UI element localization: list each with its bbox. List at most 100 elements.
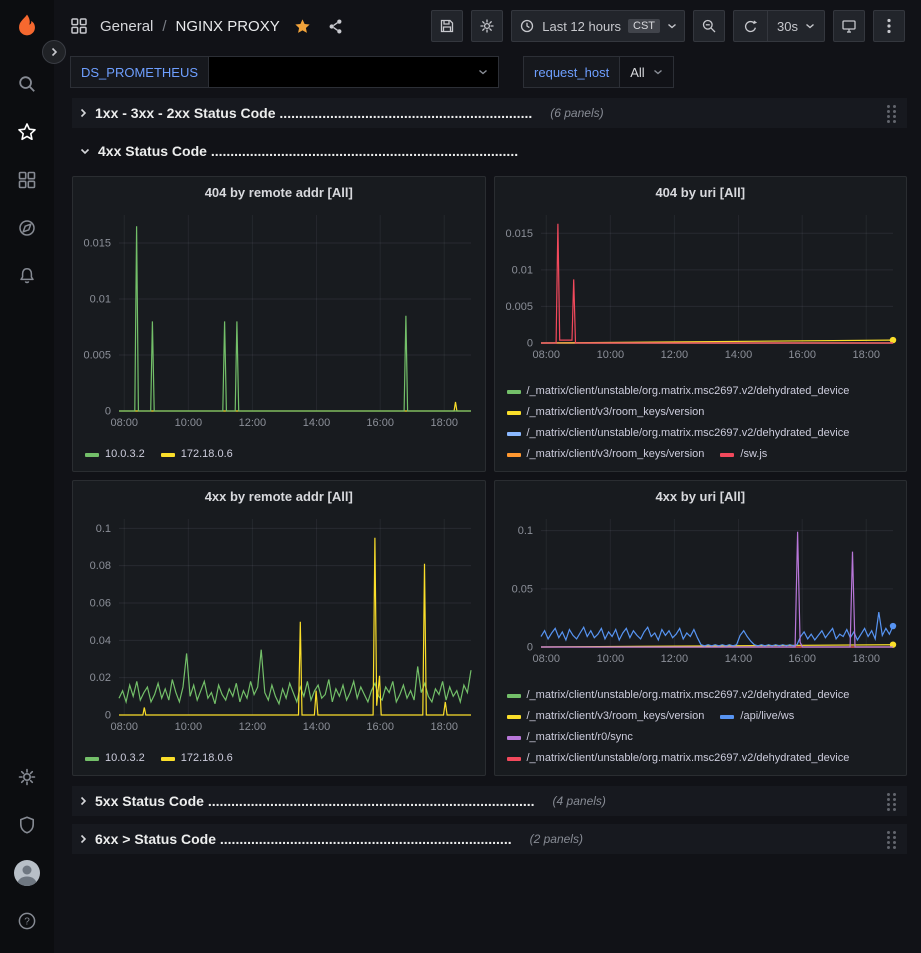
refresh-icon xyxy=(743,19,758,34)
chevron-down-icon xyxy=(478,69,488,75)
favorite-star-button[interactable] xyxy=(294,18,311,35)
chevron-right-icon xyxy=(80,834,87,844)
zoom-out-icon xyxy=(701,18,717,34)
monitor-icon xyxy=(841,18,857,34)
sidebar-item-server-admin[interactable] xyxy=(6,801,48,849)
refresh-dashboard-button[interactable] xyxy=(734,11,767,41)
time-range-label: Last 12 hours xyxy=(542,19,621,34)
grafana-app: ? General / NGINX PROXY xyxy=(0,0,921,953)
legend-label: 10.0.3.2 xyxy=(105,748,145,769)
legend-swatch xyxy=(161,453,175,457)
legend-item[interactable]: /_matrix/client/v3/room_keys/version xyxy=(507,706,705,727)
zoom-out-time-button[interactable] xyxy=(693,10,725,42)
sidebar-item-profile[interactable] xyxy=(6,849,48,897)
request-host-value-text: All xyxy=(630,65,644,80)
chevron-down-icon xyxy=(653,69,663,75)
dashboard-row-5xx[interactable]: 5xx Status Code ........................… xyxy=(72,786,907,816)
svg-text:16:00: 16:00 xyxy=(366,721,394,733)
gear-icon xyxy=(479,18,495,34)
row-title: 1xx - 3xx - 2xx Status Code ............… xyxy=(95,105,532,121)
svg-text:?: ? xyxy=(24,917,30,928)
refresh-interval-picker[interactable]: 30s xyxy=(767,11,824,41)
more-options-button[interactable] xyxy=(873,10,905,42)
svg-text:16:00: 16:00 xyxy=(788,349,816,361)
svg-text:14:00: 14:00 xyxy=(724,349,752,361)
legend-label: /_matrix/client/v3/room_keys/version xyxy=(527,402,705,423)
panel-404-by-uri: 404 by uri [All] 00.0050.010.01508:0010:… xyxy=(494,176,908,472)
svg-text:08:00: 08:00 xyxy=(111,721,139,733)
legend-item[interactable]: /sw.js xyxy=(720,444,767,465)
template-variables-bar: DS_PROMETHEUS request_host All xyxy=(54,52,921,92)
dashboard-row-1xx-3xx-2xx[interactable]: 1xx - 3xx - 2xx Status Code ............… xyxy=(72,98,907,128)
panel-title[interactable]: 4xx by uri [All] xyxy=(495,481,907,511)
time-series-chart[interactable]: 00.050.108:0010:0012:0014:0016:0018:00 xyxy=(495,511,907,667)
legend-item[interactable]: /_matrix/client/unstable/org.matrix.msc2… xyxy=(507,748,850,769)
legend-label: /api/live/ws xyxy=(740,706,794,727)
chart-canvas[interactable]: 00.0050.010.01508:0010:0012:0014:0016:00… xyxy=(495,207,907,363)
legend-item[interactable]: /_matrix/client/v3/room_keys/version xyxy=(507,402,705,423)
variable-label-request-host[interactable]: request_host xyxy=(523,56,620,88)
time-series-chart[interactable]: 00.0050.010.01508:0010:0012:0014:0016:00… xyxy=(73,207,485,431)
legend-item[interactable]: 10.0.3.2 xyxy=(85,444,145,465)
chart-canvas[interactable]: 00.0050.010.01508:0010:0012:0014:0016:00… xyxy=(73,207,485,431)
sidebar-expand-button[interactable] xyxy=(42,40,66,64)
grafana-logo[interactable] xyxy=(10,10,44,44)
sidebar-item-starred[interactable] xyxy=(6,108,48,156)
row-drag-handle[interactable] xyxy=(887,792,899,811)
svg-text:0.015: 0.015 xyxy=(83,238,111,250)
panel-title[interactable]: 4xx by remote addr [All] xyxy=(73,481,485,511)
sidebar-item-alerting[interactable] xyxy=(6,252,48,300)
legend-item[interactable]: /_matrix/client/unstable/org.matrix.msc2… xyxy=(507,381,850,402)
star-filled-icon xyxy=(294,18,311,35)
row-panel-count: (2 panels) xyxy=(530,832,583,846)
panel-title[interactable]: 404 by uri [All] xyxy=(495,177,907,207)
svg-text:0: 0 xyxy=(526,642,532,654)
legend-item[interactable]: 10.0.3.2 xyxy=(85,748,145,769)
dashboard-settings-button[interactable] xyxy=(471,10,503,42)
variable-label-datasource[interactable]: DS_PROMETHEUS xyxy=(70,56,209,88)
sidebar-item-configuration[interactable] xyxy=(6,753,48,801)
time-range-picker[interactable]: Last 12 hours CST xyxy=(511,10,685,42)
chart-canvas[interactable]: 00.050.108:0010:0012:0014:0016:0018:00 xyxy=(495,511,907,667)
legend-item[interactable]: /api/live/ws xyxy=(720,706,794,727)
compass-icon xyxy=(17,218,37,238)
sidebar-item-dashboards[interactable] xyxy=(6,156,48,204)
share-dashboard-button[interactable] xyxy=(327,18,344,35)
legend-item[interactable]: 172.18.0.6 xyxy=(161,748,233,769)
variable-value-datasource[interactable] xyxy=(209,56,499,88)
sidebar-item-help[interactable]: ? xyxy=(6,897,48,945)
breadcrumb-dashboard-title[interactable]: NGINX PROXY xyxy=(176,18,280,35)
bell-icon xyxy=(17,266,37,286)
svg-text:10:00: 10:00 xyxy=(596,349,624,361)
tv-cycle-view-button[interactable] xyxy=(833,10,865,42)
panel-title[interactable]: 404 by remote addr [All] xyxy=(73,177,485,207)
legend-swatch xyxy=(507,432,521,436)
legend-item[interactable]: /_matrix/client/r0/sync xyxy=(507,727,633,748)
dashboard-row-6xx[interactable]: 6xx > Status Code ......................… xyxy=(72,824,907,854)
dashboard-row-4xx[interactable]: 4xx Status Code ........................… xyxy=(72,136,907,166)
sidebar-item-search[interactable] xyxy=(6,60,48,108)
dashboard-content: 1xx - 3xx - 2xx Status Code ............… xyxy=(54,92,921,953)
svg-text:0.1: 0.1 xyxy=(517,525,532,537)
legend-item[interactable]: /_matrix/client/unstable/org.matrix.msc2… xyxy=(507,423,850,444)
time-series-chart[interactable]: 00.0050.010.01508:0010:0012:0014:0016:00… xyxy=(495,207,907,363)
chevron-right-icon xyxy=(80,108,87,118)
time-series-chart[interactable]: 00.020.040.060.080.108:0010:0012:0014:00… xyxy=(73,511,485,735)
svg-text:0.02: 0.02 xyxy=(90,672,111,684)
save-icon xyxy=(439,18,455,34)
row-drag-handle[interactable] xyxy=(887,104,899,123)
sidebar-item-explore[interactable] xyxy=(6,204,48,252)
legend-item[interactable]: 172.18.0.6 xyxy=(161,444,233,465)
save-dashboard-button[interactable] xyxy=(431,10,463,42)
breadcrumb-folder[interactable]: General xyxy=(100,18,153,35)
legend-label: 10.0.3.2 xyxy=(105,444,145,465)
timezone-badge: CST xyxy=(628,19,660,33)
row-drag-handle[interactable] xyxy=(887,830,899,849)
legend-item[interactable]: /_matrix/client/v3/room_keys/version xyxy=(507,444,705,465)
svg-text:0: 0 xyxy=(105,710,111,722)
header-toolbar: Last 12 hours CST xyxy=(431,10,905,42)
legend-item[interactable]: /_matrix/client/unstable/org.matrix.msc2… xyxy=(507,685,850,706)
chart-canvas[interactable]: 00.020.040.060.080.108:0010:0012:0014:00… xyxy=(73,511,485,735)
svg-text:12:00: 12:00 xyxy=(660,653,688,665)
variable-value-request-host[interactable]: All xyxy=(620,56,673,88)
